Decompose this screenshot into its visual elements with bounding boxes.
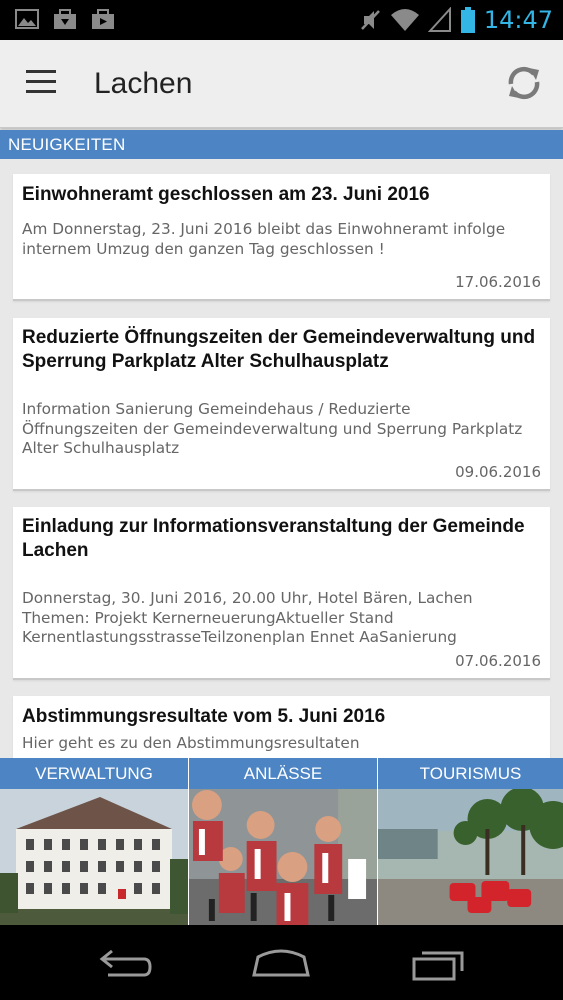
news-date: 07.06.2016 bbox=[455, 652, 541, 670]
battery-icon bbox=[460, 7, 475, 33]
news-title: Abstimmungsresultate vom 5. Juni 2016 bbox=[22, 706, 386, 727]
news-list[interactable]: Einwohneramt geschlossen am 23. Juni 201… bbox=[0, 159, 563, 758]
image-icon bbox=[15, 9, 39, 29]
back-icon[interactable] bbox=[96, 943, 154, 983]
menu-icon[interactable] bbox=[26, 70, 60, 98]
news-summary: Donnerstag, 30. Juni 2016, 20.00 Uhr, Ho… bbox=[22, 589, 473, 646]
refresh-icon[interactable] bbox=[503, 62, 545, 104]
wifi-icon bbox=[390, 9, 419, 31]
home-icon[interactable] bbox=[250, 943, 312, 983]
notification-icons bbox=[14, 7, 116, 31]
download-icon bbox=[54, 9, 76, 29]
news-title: Reduzierte Öffnungszeiten der Gemeindeve… bbox=[22, 327, 536, 372]
category-label: ANLÄSSE bbox=[189, 758, 377, 789]
system-icons: 14:47 bbox=[358, 4, 553, 36]
news-title: Einwohneramt geschlossen am 23. Juni 201… bbox=[22, 184, 430, 205]
news-card[interactable]: Einwohneramt geschlossen am 23. Juni 201… bbox=[13, 174, 550, 301]
news-title: Einladung zur Informationsveranstaltung … bbox=[22, 516, 525, 561]
category-verwaltung[interactable]: VERWALTUNG bbox=[0, 758, 188, 925]
category-label: TOURISMUS bbox=[378, 758, 563, 789]
news-summary: Information Sanierung Gemeindehaus / Red… bbox=[22, 400, 523, 457]
navigation-bar bbox=[0, 925, 563, 1000]
section-header-news: NEUIGKEITEN bbox=[0, 130, 563, 159]
news-card[interactable]: Einladung zur Informationsveranstaltung … bbox=[13, 507, 550, 680]
category-label: VERWALTUNG bbox=[0, 758, 188, 789]
news-card[interactable]: Reduzierte Öffnungszeiten der Gemeindeve… bbox=[13, 318, 550, 491]
signal-icon bbox=[427, 7, 451, 32]
category-anlaesse[interactable]: ANLÄSSE bbox=[188, 758, 377, 925]
mute-icon bbox=[360, 10, 380, 30]
recents-icon[interactable] bbox=[410, 943, 466, 983]
news-date: 09.06.2016 bbox=[455, 463, 541, 481]
carnival-image bbox=[189, 789, 377, 925]
town-hall-image bbox=[0, 789, 188, 925]
category-tourismus[interactable]: TOURISMUS bbox=[377, 758, 563, 925]
news-summary: Hier geht es zu den Abstimmungsresultate… bbox=[22, 734, 360, 752]
app-bar: Lachen bbox=[0, 40, 563, 128]
lakeside-image bbox=[378, 789, 563, 925]
clock: 14:47 bbox=[483, 6, 553, 34]
news-card[interactable]: Abstimmungsresultate vom 5. Juni 2016 Hi… bbox=[13, 696, 550, 758]
status-bar: 14:47 bbox=[0, 0, 563, 40]
briefcase-icon bbox=[92, 9, 114, 29]
news-summary: Am Donnerstag, 23. Juni 2016 bleibt das … bbox=[22, 220, 506, 258]
app-title: Lachen bbox=[94, 67, 193, 100]
category-bar: VERWALTUNG ANLÄSSE TOURISMUS bbox=[0, 758, 563, 925]
news-date: 17.06.2016 bbox=[455, 273, 541, 291]
